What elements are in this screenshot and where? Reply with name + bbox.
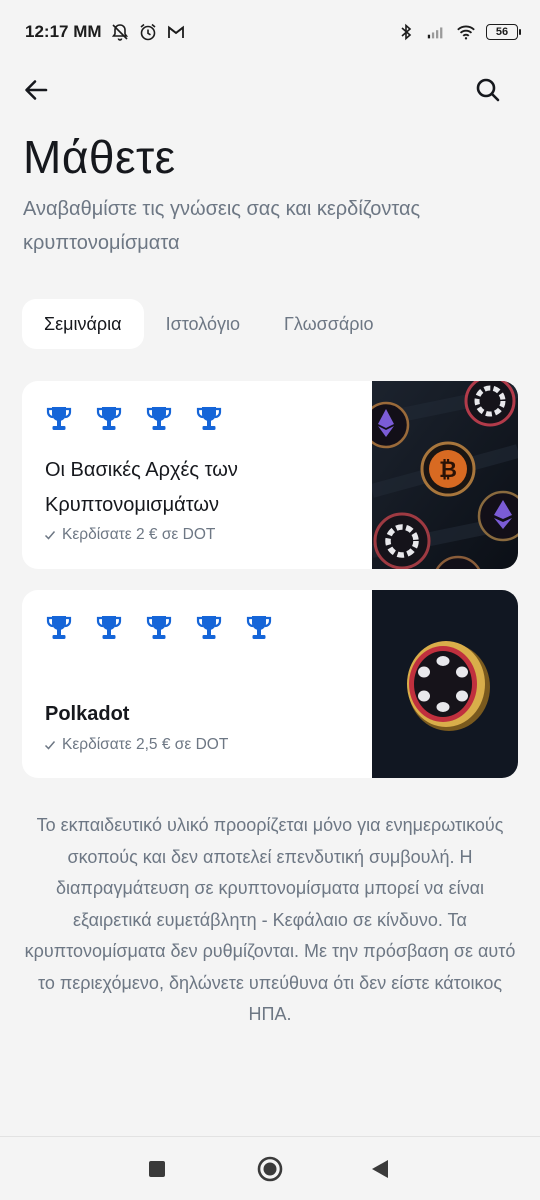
trophy-icon: [96, 407, 122, 430]
trophy-icon: [246, 616, 272, 639]
trophy-icon: [46, 616, 72, 639]
top-navigation: [0, 70, 540, 110]
wifi-icon: [456, 22, 476, 42]
course-card-crypto-basics[interactable]: Οι Βασικές Αρχές των Κρυπτονομισμάτων Κε…: [22, 381, 518, 569]
disclaimer-text: Το εκπαιδευτικό υλικό προορίζεται μόνο γ…: [24, 815, 516, 1024]
mute-bell-icon: [110, 22, 130, 42]
trophy-icon: [146, 616, 172, 639]
back-button[interactable]: [20, 74, 52, 106]
course-title: Polkadot: [45, 703, 130, 725]
home-button[interactable]: [240, 1137, 300, 1200]
status-bar: 12:17 MM 56: [0, 0, 540, 64]
page-title: Μάθετε: [23, 131, 176, 183]
gmail-icon: [166, 22, 186, 42]
page-subtitle: Αναβαθμίστε τις γνώσεις σας και κερδίζον…: [23, 198, 421, 254]
bluetooth-icon: [396, 22, 416, 42]
checkmark-icon: [44, 741, 56, 750]
trophy-row: [46, 405, 222, 433]
trophy-icon: [196, 616, 222, 639]
earned-reward: Κερδίσατε 2,5 € σε DOT: [44, 736, 228, 754]
system-navigation-bar: [0, 1136, 540, 1200]
svg-text:₿: ₿: [439, 458, 457, 483]
earned-reward: Κερδίσατε 2 € σε DOT: [44, 526, 215, 544]
recent-apps-button[interactable]: [127, 1137, 187, 1200]
tab-glossary[interactable]: Γλωσσάριο: [262, 299, 396, 349]
signal-icon: [426, 22, 446, 42]
trophy-row: [46, 614, 272, 642]
earned-text: Κερδίσατε 2,5 € σε DOT: [62, 736, 229, 753]
square-icon: [149, 1161, 165, 1177]
tab-bar: Σεμινάρια Ιστολόγιο Γλωσσάριο: [22, 299, 396, 349]
alarm-icon: [138, 22, 158, 42]
arrow-left-icon: [25, 80, 48, 100]
triangle-back-icon: [372, 1160, 388, 1178]
earned-text: Κερδίσατε 2 € σε DOT: [62, 526, 216, 543]
tab-seminars[interactable]: Σεμινάρια: [22, 299, 144, 349]
circle-icon: [257, 1156, 283, 1182]
system-back-button[interactable]: [350, 1137, 410, 1200]
status-time: 12:17 MM: [25, 22, 102, 41]
trophy-icon: [46, 407, 72, 430]
battery-indicator: 56: [486, 24, 521, 40]
search-icon: [476, 78, 500, 102]
course-title: Οι Βασικές Αρχές των Κρυπτονομισμάτων: [45, 459, 238, 516]
crypto-coins-image: ₿: [362, 381, 518, 569]
polkadot-coin-image: [372, 590, 518, 778]
trophy-icon: [96, 616, 122, 639]
trophy-icon: [146, 407, 172, 430]
tab-blog[interactable]: Ιστολόγιο: [144, 299, 262, 349]
search-button[interactable]: [472, 74, 504, 106]
checkmark-icon: [44, 531, 56, 540]
trophy-icon: [196, 407, 222, 430]
course-card-polkadot[interactable]: Polkadot Κερδίσατε 2,5 € σε DOT: [22, 590, 518, 778]
